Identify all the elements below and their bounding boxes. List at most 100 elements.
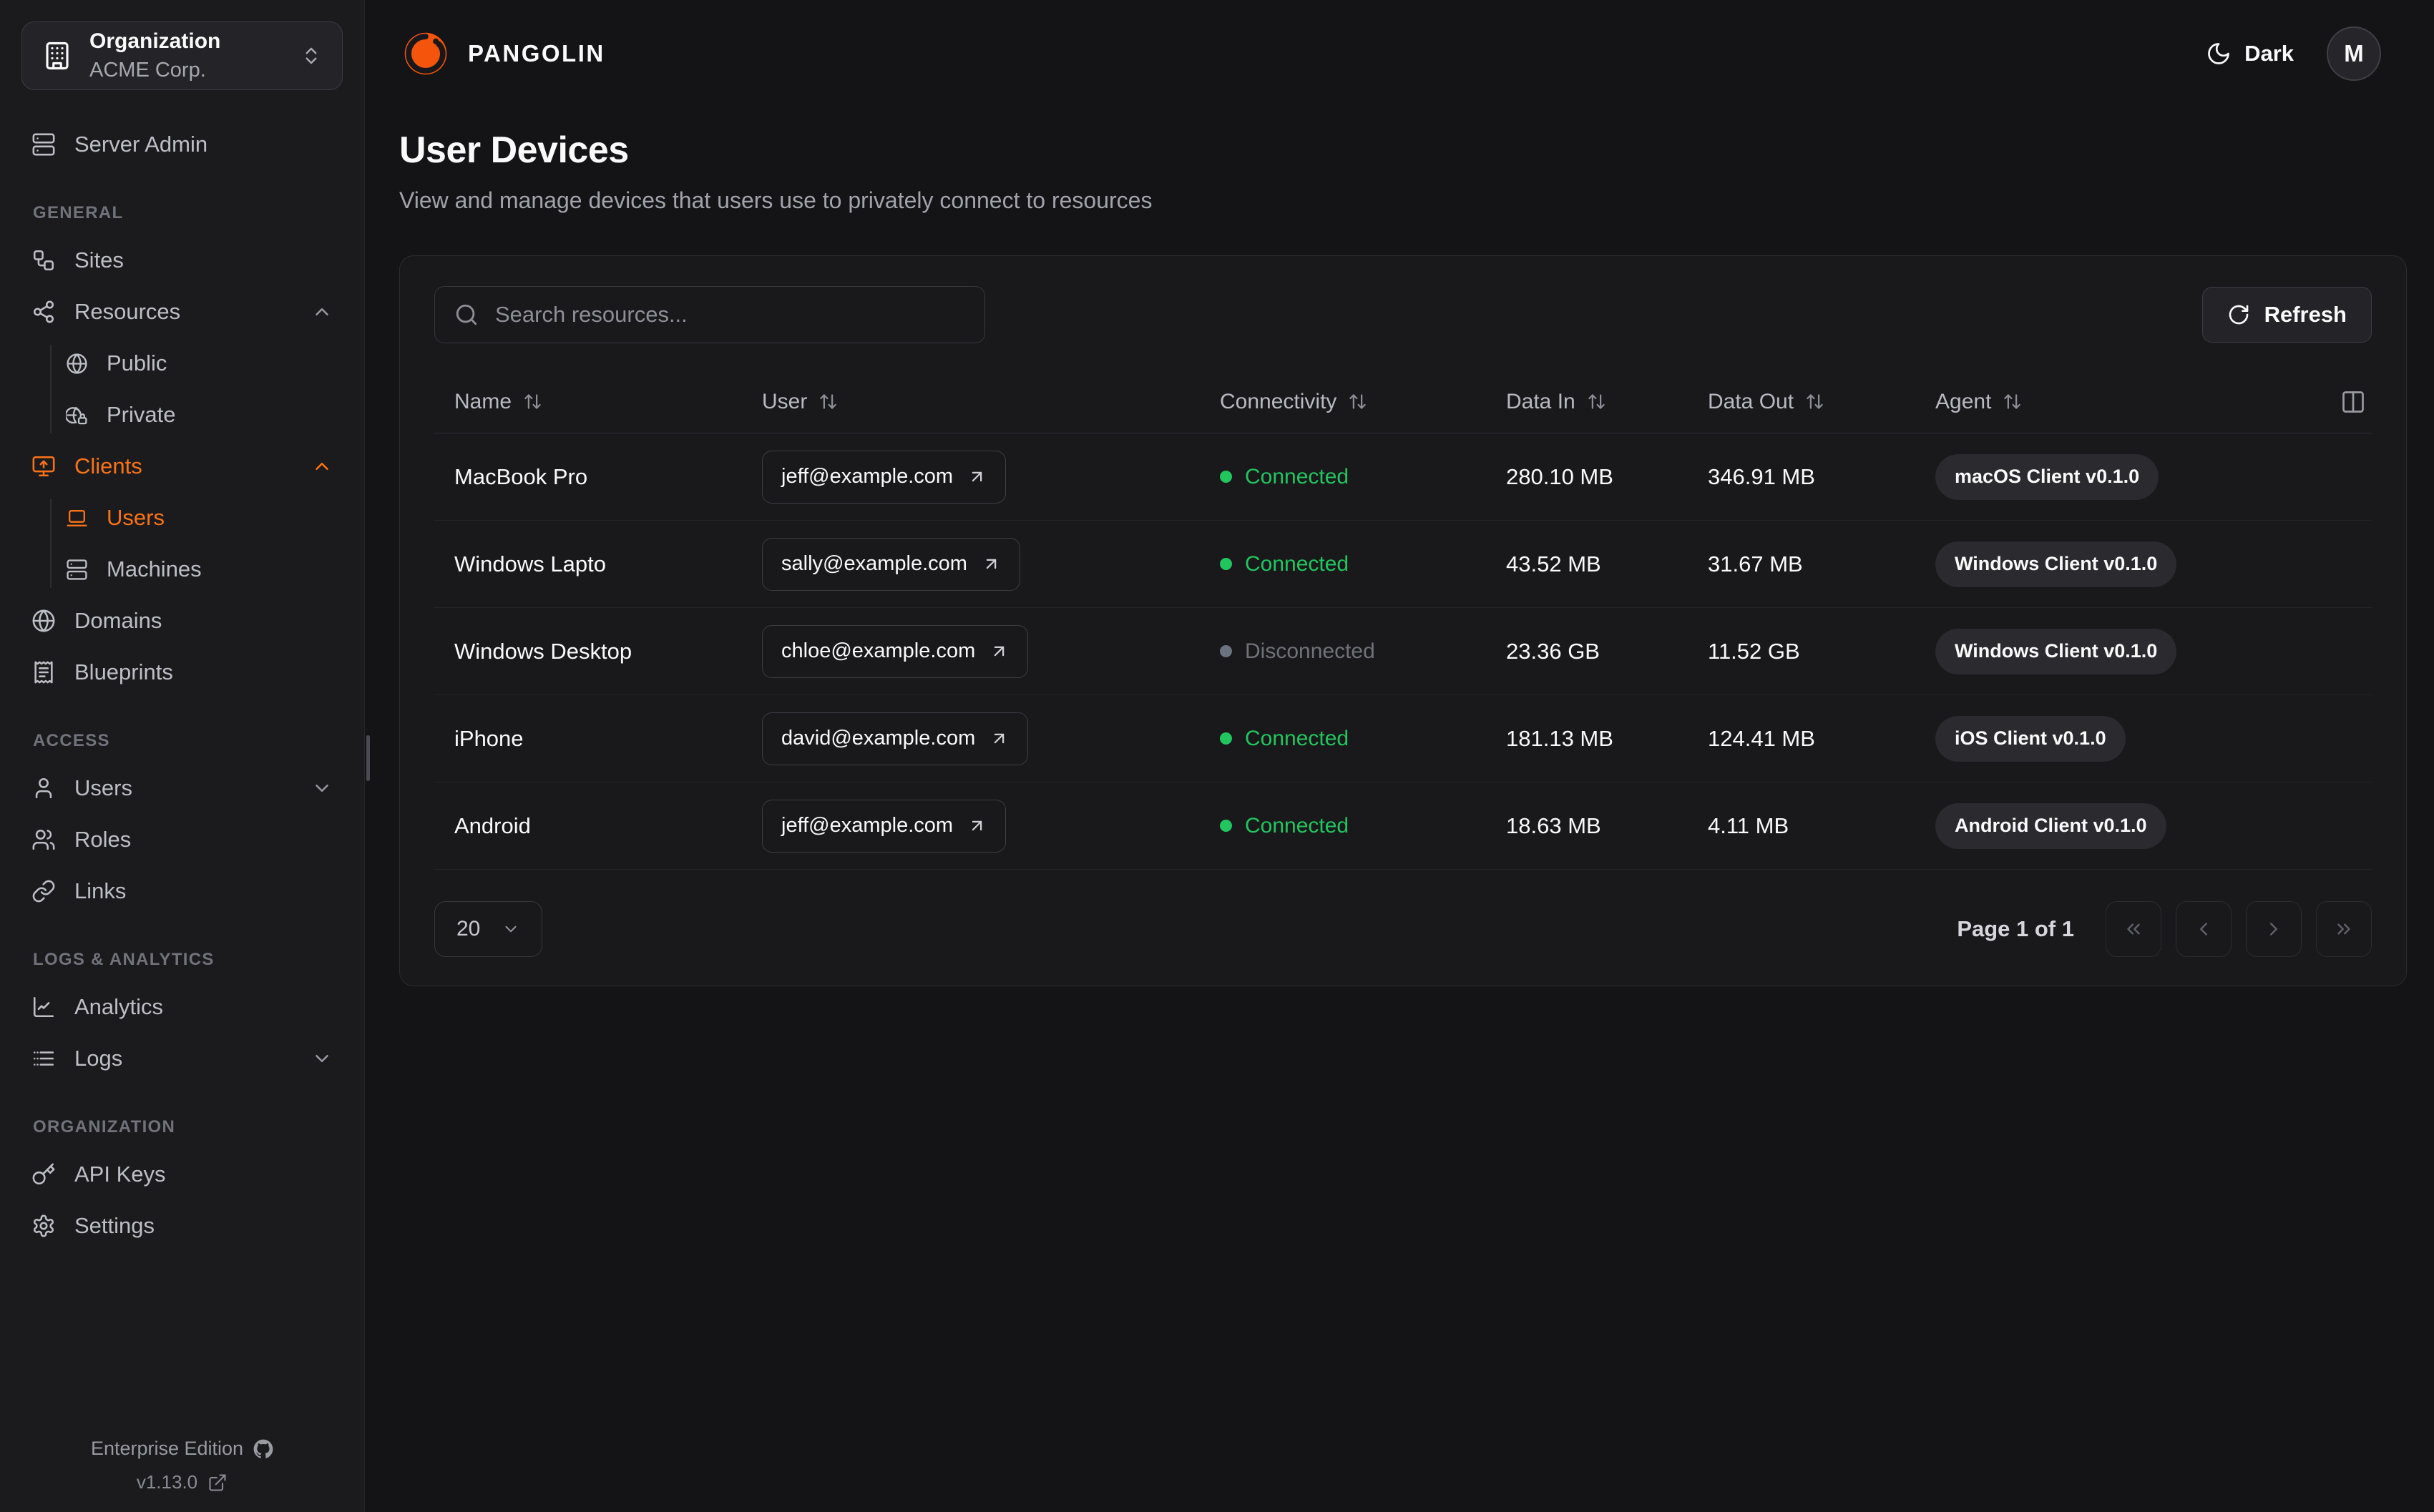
status-text: Disconnected [1245, 639, 1375, 663]
agent-badge: Windows Client v0.1.0 [1935, 628, 2177, 674]
column-label: Agent [1935, 389, 1992, 413]
table-toolbar: Refresh [434, 286, 2372, 343]
status-text: Connected [1245, 551, 1349, 576]
gear-icon [31, 1214, 56, 1238]
user-link[interactable]: jeff@example.com [762, 450, 1007, 504]
user-cell: david@example.com [742, 712, 1200, 765]
sidebar-item-api-keys[interactable]: API Keys [19, 1149, 346, 1200]
globe-icon [66, 353, 88, 375]
refresh-button[interactable]: Refresh [2201, 287, 2372, 343]
data-out-value: 346.91 MB [1708, 463, 1815, 489]
chart-line-icon [31, 995, 56, 1019]
sidebar-item-users[interactable]: Users [19, 762, 346, 814]
status-text: Connected [1245, 726, 1349, 750]
sort-icon [523, 392, 542, 411]
sidebar-item-settings[interactable]: Settings [19, 1200, 346, 1252]
version-line[interactable]: v1.13.0 [0, 1471, 364, 1493]
sort-icon [2003, 392, 2022, 411]
chevron-up-icon [311, 301, 333, 323]
search-input[interactable] [434, 286, 985, 343]
column-header-name[interactable]: Name [434, 390, 742, 414]
org-selector[interactable]: Organization ACME Corp. [21, 21, 343, 90]
page-size-select[interactable]: 20 [434, 901, 543, 957]
theme-toggle[interactable]: Dark [2206, 41, 2294, 67]
data-out-value: 31.67 MB [1708, 551, 1803, 576]
data-out-value: 4.11 MB [1708, 813, 1789, 838]
sidebar-item-label: Domains [74, 608, 162, 633]
sidebar-scrollbar[interactable] [366, 735, 370, 781]
server-icon [66, 559, 88, 581]
arrow-up-right-icon [989, 729, 1009, 748]
agent-cell: macOS Client v0.1.0 [1915, 453, 2372, 500]
data-out-value: 11.52 GB [1708, 638, 1800, 664]
column-header-data-in[interactable]: Data In [1486, 390, 1688, 414]
data-in-value: 23.36 GB [1506, 638, 1600, 664]
data-in-value: 280.10 MB [1506, 463, 1613, 489]
sidebar-item-public[interactable]: Public [19, 338, 346, 389]
chevrons-left-icon [2123, 918, 2144, 940]
status-badge: Connected [1220, 552, 1349, 576]
data-in-value: 181.13 MB [1506, 725, 1613, 751]
sidebar-item-server-admin[interactable]: Server Admin [19, 119, 346, 170]
sidebar-item-label: Links [74, 878, 127, 903]
sidebar-item-links[interactable]: Links [19, 865, 346, 917]
status-dot [1220, 558, 1232, 570]
user-link[interactable]: chloe@example.com [762, 624, 1029, 678]
column-header-data-out[interactable]: Data Out [1688, 390, 1915, 414]
user-email: sally@example.com [781, 552, 967, 575]
column-header-user[interactable]: User [742, 390, 1200, 414]
search-box [434, 286, 985, 343]
avatar[interactable]: M [2327, 26, 2381, 81]
table-row: MacBook Pro jeff@example.com Connected 2… [434, 433, 2372, 521]
globe-lock-icon [66, 404, 88, 426]
sidebar-item-label: Users [107, 505, 165, 530]
sidebar-item-machines[interactable]: Machines [19, 544, 346, 595]
sidebar-item-clients[interactable]: Clients [19, 441, 346, 492]
sidebar-item-sites[interactable]: Sites [19, 235, 346, 286]
building-icon [42, 41, 72, 71]
sidebar-item-analytics[interactable]: Analytics [19, 981, 346, 1033]
sidebar-item-label: Logs [74, 1046, 123, 1071]
pagination: 20 Page 1 of 1 [434, 901, 2372, 957]
sidebar-item-label: Analytics [74, 994, 164, 1019]
edition-line[interactable]: Enterprise Edition [0, 1438, 364, 1460]
chevrons-up-down-icon [300, 45, 322, 67]
sidebar-item-logs[interactable]: Logs [19, 1033, 346, 1084]
next-page-button[interactable] [2246, 901, 2302, 957]
last-page-button[interactable] [2316, 901, 2372, 957]
sidebar-item-roles[interactable]: Roles [19, 814, 346, 865]
user-link[interactable]: jeff@example.com [762, 799, 1007, 853]
sidebar-item-label: Sites [74, 247, 124, 273]
chevron-right-icon [2263, 918, 2284, 940]
columns-icon[interactable] [2340, 389, 2366, 415]
table-header: Name User Connectivity Data In Data Out … [434, 370, 2372, 433]
sidebar-item-resources[interactable]: Resources [19, 286, 346, 338]
user-cell: sally@example.com [742, 537, 1200, 591]
refresh-label: Refresh [2264, 302, 2347, 327]
first-page-button[interactable] [2106, 901, 2161, 957]
device-name: Windows Desktop [454, 638, 632, 664]
arrow-up-right-icon [982, 554, 1001, 574]
column-label: Data In [1506, 389, 1575, 413]
connectivity-cell: Connected [1200, 552, 1486, 576]
sidebar-item-private[interactable]: Private [19, 389, 346, 441]
sidebar-item-label: Private [107, 402, 176, 427]
sidebar-item-blueprints[interactable]: Blueprints [19, 647, 346, 698]
chevrons-right-icon [2333, 918, 2355, 940]
column-header-agent[interactable]: Agent [1915, 390, 2372, 414]
moon-icon [2206, 41, 2232, 67]
sidebar-item-client-users[interactable]: Users [19, 492, 346, 544]
laptop-icon [66, 507, 88, 529]
list-icon [31, 1046, 56, 1071]
chevron-down-icon [311, 1048, 333, 1069]
user-link[interactable]: sally@example.com [762, 537, 1020, 591]
page-title: User Devices [399, 129, 629, 171]
page-status: Page 1 of 1 [1957, 916, 2074, 941]
column-header-connectivity[interactable]: Connectivity [1200, 390, 1486, 414]
user-link[interactable]: david@example.com [762, 712, 1029, 765]
brand[interactable]: PANGOLIN [399, 27, 605, 80]
sort-icon [1587, 392, 1606, 411]
globe-icon [31, 609, 56, 633]
prev-page-button[interactable] [2176, 901, 2232, 957]
sidebar-item-domains[interactable]: Domains [19, 595, 346, 647]
